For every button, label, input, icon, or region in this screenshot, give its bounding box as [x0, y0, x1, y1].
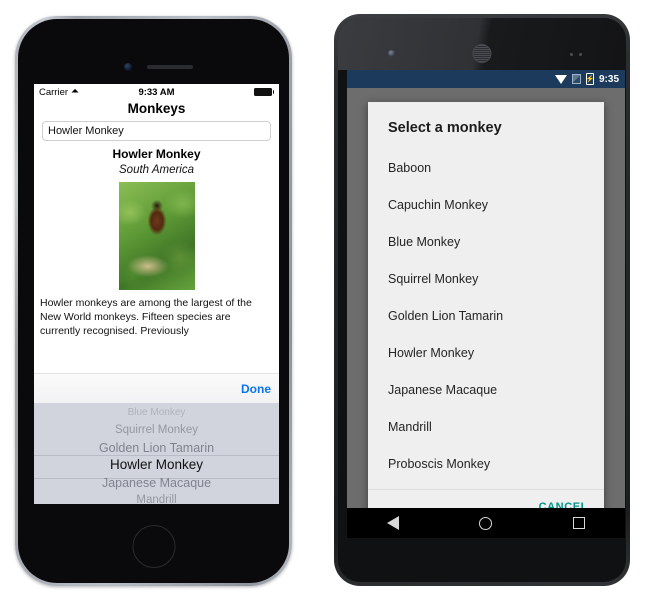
recents-square-icon[interactable]: [572, 517, 585, 529]
dialog-list-item[interactable]: Baboon: [368, 150, 604, 187]
back-triangle-icon[interactable]: [387, 516, 400, 530]
picker-toolbar: Done: [34, 373, 279, 403]
earpiece-speaker: [472, 44, 492, 63]
page-title: Monkeys: [127, 101, 186, 116]
android-bezel: 9:35 Select a monkey BaboonCapuchin Monk…: [338, 18, 626, 582]
dialog-list-item[interactable]: Blue Monkey: [368, 224, 604, 261]
android-scrim: Select a monkey Baboon Capuchin Monkey Blu…: [347, 88, 625, 538]
dialog-list-item[interactable]: Capuchin Monkey: [368, 187, 604, 224]
ios-clock: 9:33 AM: [138, 86, 175, 98]
wifi-icon: [554, 74, 567, 84]
picker-row-selected[interactable]: Howler Monkey: [34, 457, 279, 472]
monkey-region-label: South America: [119, 164, 194, 176]
front-camera-icon: [388, 50, 395, 57]
android-device-frame: 9:35 Select a monkey BaboonCapuchin Monk…: [334, 14, 630, 586]
done-button[interactable]: Done: [241, 382, 271, 396]
home-circle-icon[interactable]: [479, 516, 493, 530]
picker-row[interactable]: Squirrel Monkey: [34, 424, 279, 436]
ios-status-bar: Carrier ⏶ 9:33 AM: [34, 84, 279, 100]
picker-row[interactable]: Golden Lion Tamarin: [34, 441, 279, 455]
picker-row[interactable]: Blue Monkey: [34, 407, 279, 418]
monkey-description: Howler monkeys are among the largest of …: [40, 297, 252, 337]
signal-icon: [571, 74, 581, 84]
dialog-list-item[interactable]: Proboscis Monkey: [368, 446, 604, 483]
ios-screen: Carrier ⏶ 9:33 AM Monkeys Howler Monkey …: [34, 84, 279, 504]
monkey-name-label: Howler Monkey: [112, 147, 201, 161]
dialog-item-list[interactable]: Baboon Capuchin Monkey Blue Monkey Squirrel…: [368, 150, 604, 487]
proximity-sensors: [570, 53, 582, 56]
picker-row[interactable]: Japanese Macaque: [34, 476, 279, 490]
screenshot-stage: Carrier ⏶ 9:33 AM Monkeys Howler Monkey …: [0, 0, 648, 600]
monkey-name-input-value: Howler Monkey: [48, 125, 124, 137]
dialog-list-item[interactable]: Howler Monkey: [368, 335, 604, 372]
monkey-photo: [118, 182, 195, 290]
dialog-list-item[interactable]: Squirrel Monkey: [368, 261, 604, 298]
android-clock: 9:35: [598, 73, 619, 85]
battery-charging-icon: [585, 73, 594, 85]
picker-row[interactable]: Mandrill: [34, 494, 279, 504]
iphone-device-frame: Carrier ⏶ 9:33 AM Monkeys Howler Monkey …: [15, 16, 292, 586]
dialog-list-item[interactable]: Japanese Macaque: [368, 372, 604, 409]
android-navigation-bar: [347, 508, 625, 538]
front-camera-icon: [124, 63, 132, 71]
select-monkey-dialog: Select a monkey Baboon Capuchin Monkey Blu…: [368, 102, 604, 525]
earpiece-speaker: [147, 65, 193, 69]
dialog-title: Select a monkey: [388, 120, 502, 136]
monkey-picker-wheel[interactable]: Capuchin MonkeyBlue MonkeySquirrel Monke…: [34, 403, 279, 504]
dialog-list-item[interactable]: Golden Lion Tamarin: [368, 298, 604, 335]
home-button[interactable]: [132, 525, 175, 568]
monkey-name-input[interactable]: Howler Monkey: [42, 121, 271, 141]
android-screen: 9:35 Select a monkey BaboonCapuchin Monk…: [347, 70, 625, 538]
android-status-bar: 9:35: [347, 70, 625, 88]
dialog-list-item[interactable]: Mandrill: [368, 409, 604, 446]
monkey-detail-panel: Howler Monkey South America Howler monke…: [34, 141, 279, 339]
iphone-bezel: Carrier ⏶ 9:33 AM Monkeys Howler Monkey …: [18, 19, 289, 583]
